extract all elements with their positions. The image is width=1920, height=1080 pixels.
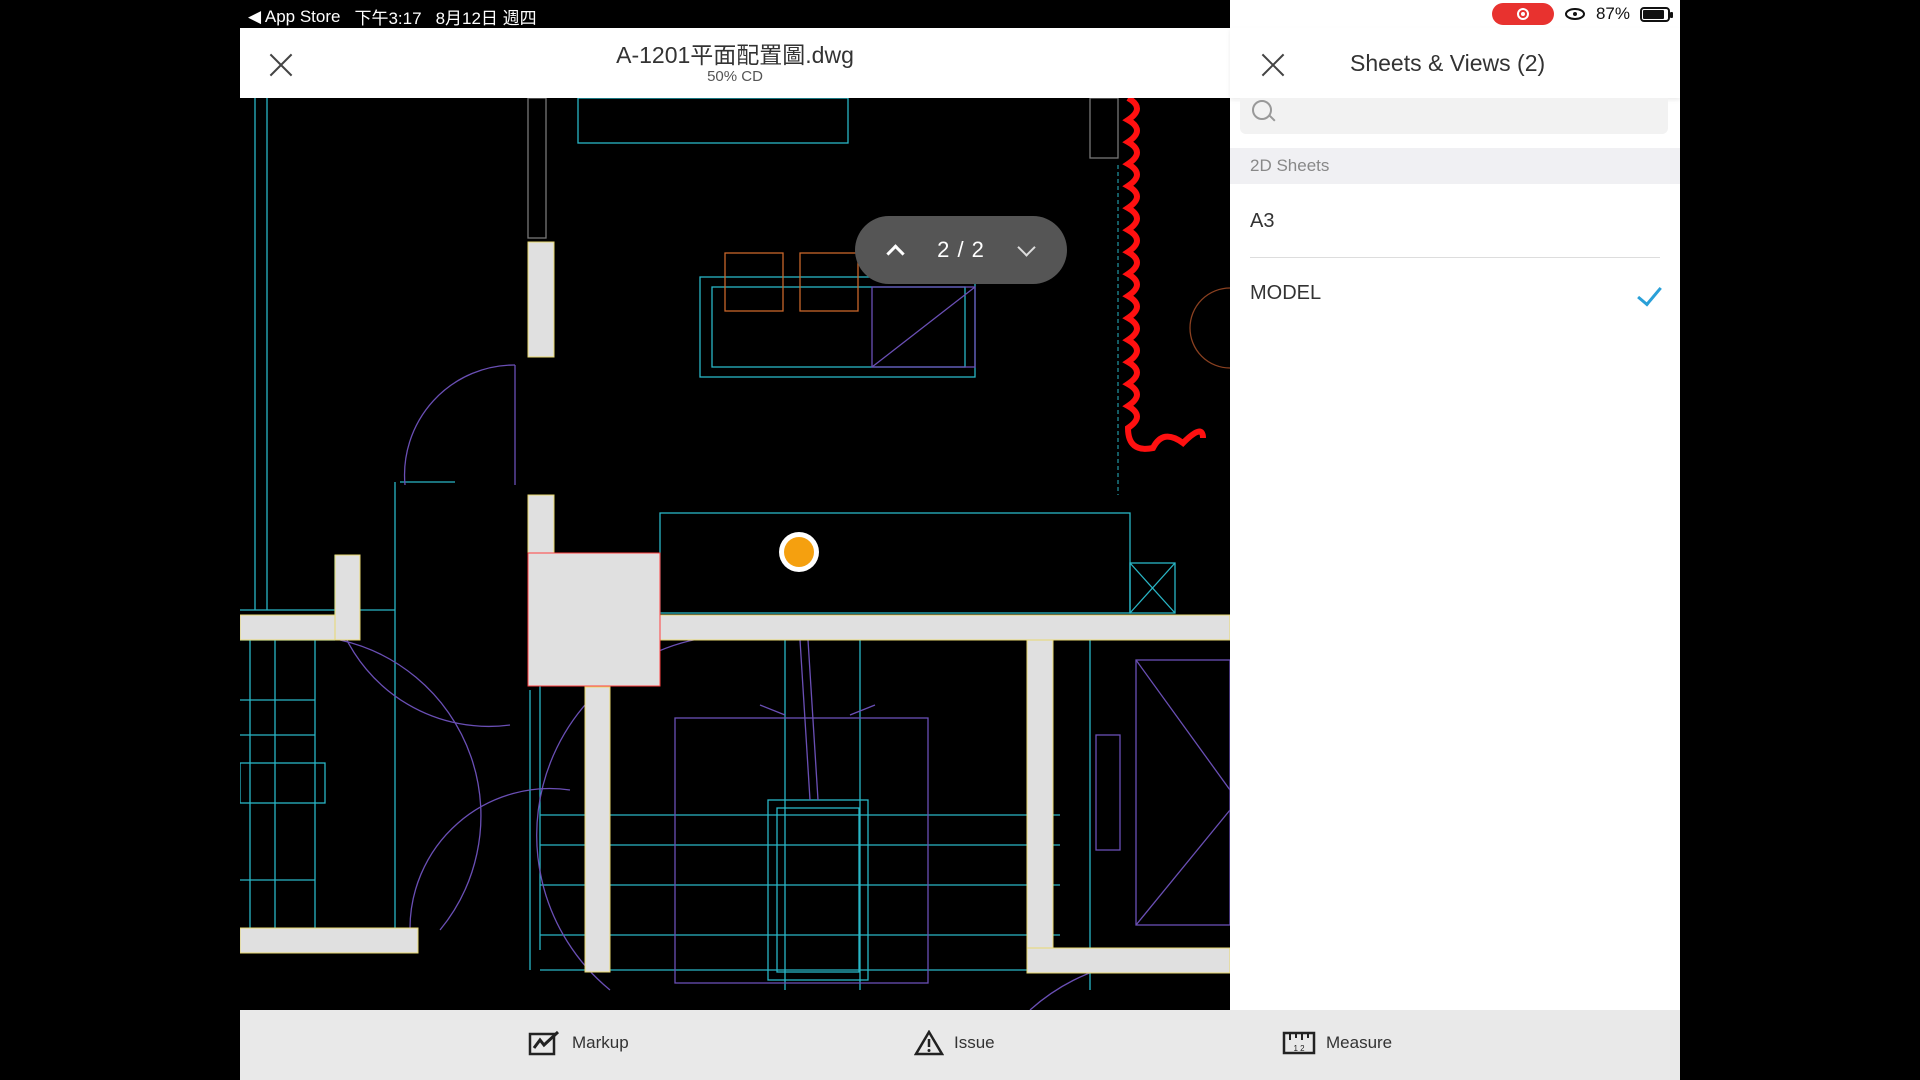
bottom-toolbar: Markup Issue 1 2 Measure: [240, 1010, 1680, 1080]
search-bar: [1240, 98, 1668, 136]
sheet-item-label: MODEL: [1250, 282, 1322, 304]
back-to-app-store-link[interactable]: ◀ App Store: [248, 7, 340, 27]
issue-label: Issue: [954, 1033, 995, 1052]
sheet-item-label: A3: [1250, 210, 1275, 232]
previous-page-chevron-up-icon[interactable]: [886, 243, 905, 263]
page-navigator: 2 / 2: [855, 216, 1067, 284]
issue-button[interactable]: Issue: [914, 1030, 995, 1056]
markup-icon: [528, 1030, 560, 1056]
record-icon: [1516, 8, 1529, 20]
checkmark-icon: [1637, 280, 1662, 307]
next-page-chevron-down-icon[interactable]: [1017, 237, 1036, 257]
search-icon: [1252, 100, 1272, 120]
ruler-icon: 1 2: [1282, 1031, 1316, 1055]
markup-label: Markup: [572, 1033, 629, 1052]
panel-header: Sheets & Views (2): [1230, 28, 1680, 98]
close-panel-icon[interactable]: [1260, 52, 1286, 78]
document-subtitle: 50% CD: [707, 68, 763, 85]
viewer-header: A-1201平面配置圖.dwg 50% CD: [240, 28, 1230, 98]
floor-plan-drawing: [240, 98, 1230, 1010]
screen-recording-indicator[interactable]: [1491, 3, 1554, 25]
sheet-item-model[interactable]: MODEL: [1250, 257, 1662, 329]
markup-button[interactable]: Markup: [528, 1030, 629, 1056]
battery-percent: 87%: [1595, 4, 1630, 23]
link-icon: [1564, 8, 1585, 20]
svg-text:1 2: 1 2: [1293, 1044, 1305, 1053]
status-time: 下午3:17: [354, 9, 422, 28]
status-date: 8月12日 週四: [435, 9, 537, 28]
sheet-item-a3[interactable]: A3: [1250, 185, 1660, 258]
panel-title: Sheets & Views (2): [1350, 50, 1546, 76]
document-title: A-1201平面配置圖.dwg: [616, 42, 854, 68]
status-bar: ◀ App Store 下午3:17 8月12日 週四 87%: [240, 0, 1680, 28]
warning-icon: [914, 1030, 944, 1056]
ipad-screen: 2 / 2 A-1201平面配置圖.dwg 50% CD Sheets & Vi…: [240, 0, 1680, 1080]
battery-icon: [1640, 6, 1673, 22]
section-label-2d-sheets: 2D Sheets: [1230, 148, 1680, 184]
page-counter: 2 / 2: [937, 237, 985, 262]
measure-button[interactable]: 1 2 Measure: [1282, 1030, 1392, 1056]
measure-label: Measure: [1326, 1033, 1393, 1052]
sheets-views-panel: Sheets & Views (2) 2D Sheets A3 MODEL: [1230, 0, 1680, 1012]
drawing-canvas[interactable]: 2 / 2: [240, 98, 1230, 1010]
search-input[interactable]: [1284, 98, 1658, 136]
